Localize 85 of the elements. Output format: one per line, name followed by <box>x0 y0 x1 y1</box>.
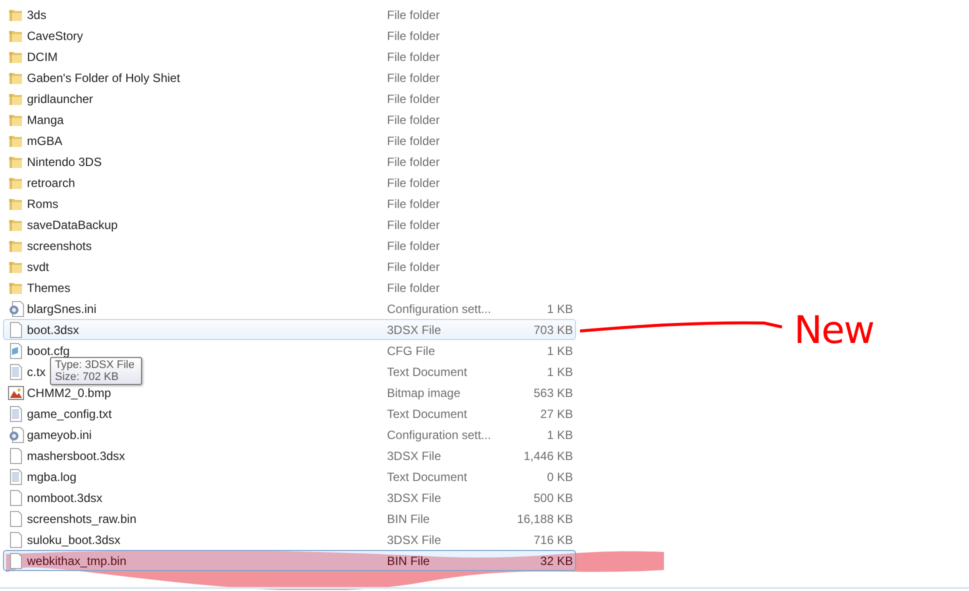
file-name: screenshots <box>27 238 92 252</box>
file-name: webkithax_tmp.bin <box>27 554 126 568</box>
file-name: boot.cfg <box>27 344 70 358</box>
file-name: mgba.log <box>27 470 76 484</box>
file-size: 1 KB <box>546 344 573 358</box>
file-name: game_config.txt <box>27 406 112 420</box>
file-type: File folder <box>387 70 440 84</box>
file-type: File folder <box>387 50 440 64</box>
file-name: svdt <box>27 260 50 274</box>
file-name: gameyob.ini <box>27 428 92 442</box>
file-name: mashersboot.3dsx <box>27 448 126 462</box>
text-file-icon <box>8 364 24 380</box>
file-name: saveDataBackup <box>27 218 118 232</box>
file-name: mGBA <box>27 134 62 148</box>
text-file-icon <box>8 406 24 422</box>
text-file-icon <box>8 468 24 484</box>
file-type: File folder <box>387 154 440 168</box>
file-icon <box>8 322 24 338</box>
file-name: Nintendo 3DS <box>27 154 102 168</box>
file-name: suloku_boot.3dsx <box>27 532 120 546</box>
file-type: File folder <box>387 92 440 106</box>
file-type: File folder <box>387 28 440 42</box>
file-size: 27 KB <box>540 406 573 420</box>
file-name: nomboot.3dsx <box>27 490 102 504</box>
config-file-icon <box>8 342 24 358</box>
file-name: Roms <box>27 196 58 210</box>
file-type: Configuration sett... <box>387 428 492 442</box>
file-icon <box>8 448 24 464</box>
file-name: boot.3dsx <box>27 322 80 336</box>
file-type: File folder <box>387 8 440 22</box>
file-name: c.tx <box>27 364 46 378</box>
file-size: 1,446 KB <box>524 448 573 462</box>
file-type: 3DSX File <box>387 448 442 462</box>
file-name: Manga <box>27 112 64 126</box>
file-type: BIN File <box>387 512 430 526</box>
tooltip-text: Size: 702 KB <box>55 371 120 383</box>
file-type: Bitmap image <box>387 386 460 400</box>
file-size: 500 KB <box>534 490 573 504</box>
file-size: 716 KB <box>534 532 573 546</box>
file-name: CaveStory <box>27 28 84 42</box>
file-size: 0 KB <box>546 470 573 484</box>
file-type: Text Document <box>387 406 468 420</box>
file-name: 3ds <box>27 8 46 22</box>
file-type: File folder <box>387 176 440 190</box>
file-type: 3DSX File <box>387 322 442 336</box>
file-type: File folder <box>387 260 440 274</box>
file-type: 3DSX File <box>387 532 442 546</box>
annotation-label: New <box>794 308 874 352</box>
file-name: Gaben's Folder of Holy Shiet <box>27 70 180 84</box>
file-name: DCIM <box>27 50 58 64</box>
tooltip-text: Type: 3DSX File <box>55 359 136 371</box>
file-type: CFG File <box>387 344 435 358</box>
file-size: 1 KB <box>546 428 573 442</box>
file-icon <box>8 510 24 526</box>
file-size: 32 KB <box>540 554 573 568</box>
settings-file-icon <box>8 300 24 316</box>
file-name: screenshots_raw.bin <box>27 512 136 526</box>
file-type: Text Document <box>387 470 468 484</box>
file-size: 703 KB <box>534 322 573 336</box>
file-type: File folder <box>387 218 440 232</box>
file-icon <box>8 532 24 548</box>
file-name: CHMM2_0.bmp <box>27 386 112 400</box>
file-type: Configuration sett... <box>387 302 492 316</box>
file-type: File folder <box>387 238 440 252</box>
file-size: 563 KB <box>534 386 573 400</box>
file-type: Text Document <box>387 364 468 378</box>
file-type: File folder <box>387 112 440 126</box>
file-name: Themes <box>27 280 70 294</box>
file-type: File folder <box>387 196 440 210</box>
file-row[interactable]: boot.3dsx 3DSX File 703 KB <box>3 319 576 340</box>
file-icon <box>8 490 24 506</box>
file-type: File folder <box>387 134 440 148</box>
file-size: 1 KB <box>546 302 573 316</box>
settings-file-icon <box>8 426 24 442</box>
file-size: 1 KB <box>546 364 573 378</box>
file-row[interactable]: webkithax_tmp.bin BIN File 32 KB <box>3 550 576 571</box>
file-type: 3DSX File <box>387 490 442 504</box>
file-type: BIN File <box>387 554 430 568</box>
file-size: 16,188 KB <box>516 512 573 526</box>
file-name: gridlauncher <box>27 92 94 106</box>
image-file-icon <box>8 384 24 400</box>
file-name: blargSnes.ini <box>27 302 96 316</box>
file-name: retroarch <box>27 176 76 190</box>
file-type: File folder <box>387 280 440 294</box>
file-icon <box>8 552 24 568</box>
